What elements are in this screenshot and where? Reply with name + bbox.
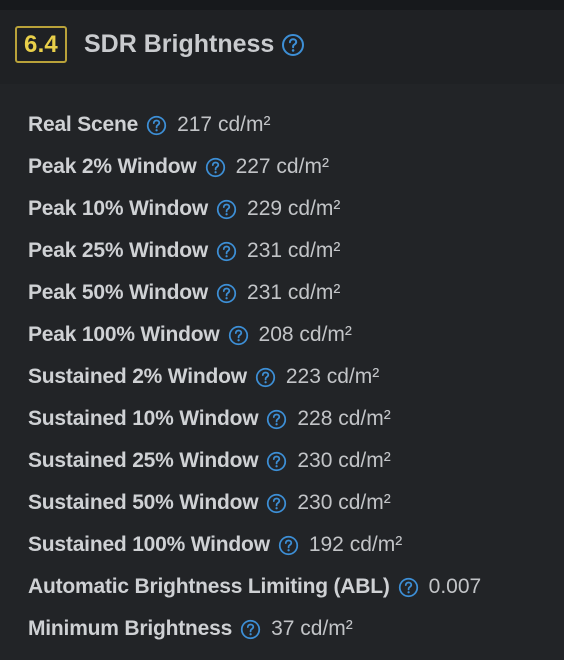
row-value: 208 cd/m² [258,323,352,346]
list-item: Peak 10% Window 229 cd/m² [28,194,340,224]
row-value: 231 cd/m² [247,239,341,262]
list-item: Minimum Brightness 37 cd/m² [28,614,353,644]
row-value: 229 cd/m² [247,197,341,220]
row-label: Real Scene [28,113,139,136]
row-value: 228 cd/m² [297,407,391,430]
row-label: Sustained 50% Window [28,491,259,514]
row-value: 37 cd/m² [271,617,353,640]
row-value: 0.007 [428,575,482,598]
row-value: 230 cd/m² [297,491,391,514]
row-label: Sustained 100% Window [28,533,270,556]
section-title: SDR Brightness [84,30,275,58]
row-label: Sustained 25% Window [28,449,259,472]
row-value: 217 cd/m² [177,113,271,136]
question-circle-icon[interactable] [398,577,419,598]
question-circle-icon[interactable] [205,157,226,178]
list-item: Peak 2% Window 227 cd/m² [28,152,329,182]
row-label: Minimum Brightness [28,617,233,640]
row-value: 227 cd/m² [235,155,329,178]
question-circle-icon[interactable] [278,535,299,556]
row-value: 192 cd/m² [308,533,403,556]
list-item: Real Scene 217 cd/m² [28,110,270,140]
top-divider-strip [0,0,564,10]
row-label: Peak 2% Window [28,155,197,178]
question-circle-icon[interactable] [216,199,237,220]
list-item: Automatic Brightness Limiting (ABL) 0.00… [28,572,481,602]
row-label: Peak 100% Window [28,323,220,346]
measurements-list: Real Scene 217 cd/m² Peak 2% Window 227 … [0,84,564,660]
row-value: 223 cd/m² [285,365,380,388]
question-circle-icon[interactable] [266,493,287,514]
score-badge: 6.4 [15,26,67,63]
row-value: 231 cd/m² [247,281,341,304]
row-label: Sustained 10% Window [28,407,259,430]
list-item: Peak 50% Window 231 cd/m² [28,278,340,308]
row-value: 230 cd/m² [297,449,391,472]
list-item: Peak 100% Window 208 cd/m² [28,320,352,350]
question-circle-icon[interactable] [240,619,261,640]
section-title-group: SDR Brightness [84,26,305,63]
question-circle-icon[interactable] [216,283,237,304]
row-label: Sustained 2% Window [28,365,247,388]
question-circle-icon[interactable] [266,451,287,472]
list-item: Sustained 2% Window 223 cd/m² [28,362,379,392]
list-item: Peak 25% Window 231 cd/m² [28,236,340,266]
question-circle-icon[interactable] [266,409,287,430]
list-item: Sustained 25% Window 230 cd/m² [28,446,391,476]
question-circle-icon[interactable] [228,325,249,346]
row-label: Peak 25% Window [28,239,209,262]
row-label: Peak 50% Window [28,281,209,304]
row-label: Peak 10% Window [28,197,209,220]
section-header: 6.4 SDR Brightness [0,10,564,84]
list-item: Sustained 10% Window 228 cd/m² [28,404,391,434]
list-item: Sustained 50% Window 230 cd/m² [28,488,391,518]
question-circle-icon[interactable] [216,241,237,262]
list-item: Sustained 100% Window 192 cd/m² [28,530,402,560]
question-circle-icon[interactable] [146,115,167,136]
row-label: Automatic Brightness Limiting (ABL) [28,575,390,598]
question-circle-icon[interactable] [281,33,305,57]
question-circle-icon[interactable] [255,367,276,388]
